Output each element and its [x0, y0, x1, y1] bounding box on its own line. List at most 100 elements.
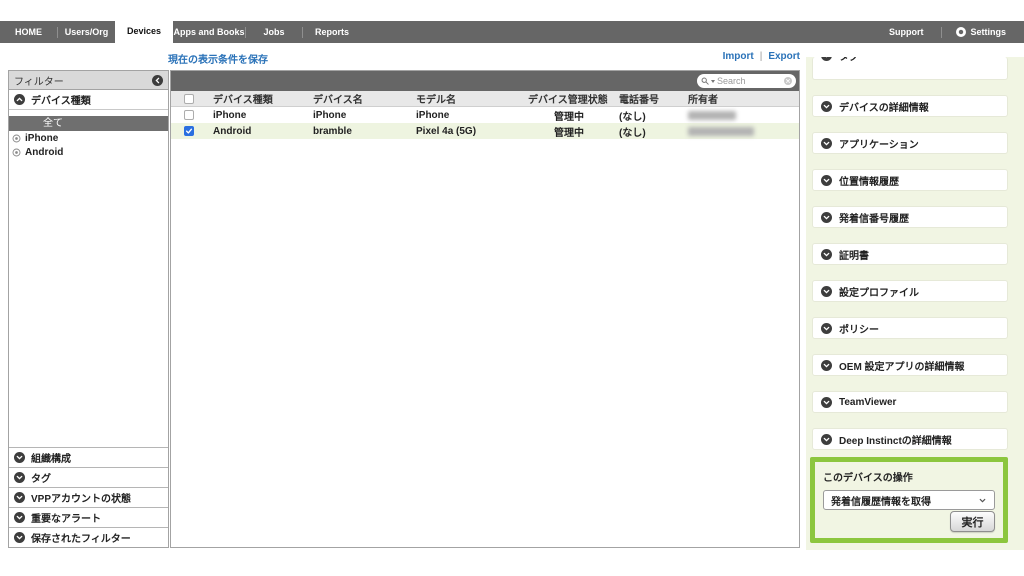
panel-item-label: OEM 設定アプリの詳細情報 — [839, 358, 965, 373]
panel-item-label: 証明書 — [839, 247, 869, 262]
chevron-down-circle-icon — [821, 57, 832, 61]
cell-device-name: iPhone — [307, 110, 410, 121]
redacted-owner-blur — [688, 111, 736, 120]
import-export-links: Import|Export — [170, 51, 800, 62]
panel-item-label: アプリケーション — [839, 136, 919, 151]
chevron-down-circle-icon — [821, 101, 832, 112]
panel-item-label: TeamViewer — [839, 397, 896, 408]
filter-title: フィルター — [14, 73, 152, 88]
panel-item-location-history[interactable]: 位置情報履歴 — [812, 169, 1008, 191]
filter-section-label: 重要なアラート — [31, 510, 101, 525]
filter-option-iphone[interactable]: iPhone — [9, 131, 168, 145]
device-table: デバイス種類 デバイス名 モデル名 デバイス管理状態 電話番号 所有者 iPho… — [170, 70, 800, 548]
nav-tab-jobs[interactable]: Jobs — [246, 21, 302, 43]
panel-item-policy[interactable]: ポリシー — [812, 317, 1008, 339]
nav-tab-users-org[interactable]: Users/Org — [58, 21, 115, 43]
chevron-down-circle-icon — [14, 452, 25, 463]
cell-model: Pixel 4a (5G) — [410, 126, 522, 137]
support-link[interactable]: Support — [871, 21, 942, 43]
chevron-down-circle-icon — [821, 212, 832, 223]
panel-item-label: Deep Instinctの詳細情報 — [839, 432, 952, 447]
panel-item-deep-instinct[interactable]: Deep Instinctの詳細情報 — [812, 428, 1008, 450]
panel-item-label: 位置情報履歴 — [839, 173, 899, 188]
filter-section-device-type[interactable]: デバイス種類 — [9, 90, 168, 110]
row-checkbox-checked[interactable] — [184, 126, 194, 136]
panel-item-label: デバイスの詳細情報 — [839, 99, 929, 114]
filter-sidebar-header: フィルター — [9, 71, 168, 90]
panel-item-certificates[interactable]: 証明書 — [812, 243, 1008, 265]
radio-icon — [12, 148, 21, 157]
search-scope-caret-icon[interactable] — [711, 80, 715, 83]
panel-item-device-details[interactable]: デバイスの詳細情報 — [812, 95, 1008, 117]
filter-section-label: 組織構成 — [31, 450, 71, 465]
panel-item-label: 発着信番号履歴 — [839, 210, 909, 225]
top-nav: HOME Users/Org Devices Apps and Books Jo… — [0, 21, 1024, 43]
panel-item-clipped[interactable]: タグ — [812, 57, 1008, 80]
cell-device-type: Android — [207, 126, 307, 137]
chevron-down-circle-icon — [14, 492, 25, 503]
gear-icon — [956, 27, 966, 37]
mdm-console-screen: HOME Users/Org Devices Apps and Books Jo… — [0, 0, 1024, 576]
search-input[interactable] — [717, 76, 782, 86]
operation-title: このデバイスの操作 — [823, 469, 995, 484]
cell-status: 管理中 — [522, 124, 613, 139]
execute-button[interactable]: 実行 — [950, 511, 995, 532]
chevron-down-circle-icon — [14, 532, 25, 543]
operation-select[interactable]: 発着信履歴情報を取得 — [823, 490, 995, 510]
settings-link[interactable]: Settings — [970, 21, 1024, 43]
panel-item-call-number-history[interactable]: 発着信番号履歴 — [812, 206, 1008, 228]
column-header-model[interactable]: モデル名 — [410, 91, 522, 106]
nav-tab-reports[interactable]: Reports — [303, 21, 361, 43]
panel-item-applications[interactable]: アプリケーション — [812, 132, 1008, 154]
filter-option-label: iPhone — [25, 133, 58, 144]
chevron-down-icon — [978, 496, 987, 505]
filter-option-android[interactable]: Android — [9, 145, 168, 159]
filter-option-label: Android — [25, 147, 63, 158]
nav-tab-home[interactable]: HOME — [0, 21, 57, 43]
spacer — [9, 159, 168, 447]
nav-tab-devices[interactable]: Devices — [115, 20, 173, 44]
table-header-row: デバイス種類 デバイス名 モデル名 デバイス管理状態 電話番号 所有者 — [171, 91, 799, 107]
filter-section-org[interactable]: 組織構成 — [9, 447, 168, 467]
column-header-device-name[interactable]: デバイス名 — [307, 91, 410, 106]
cell-phone: (なし) — [613, 124, 682, 139]
filter-section-label: タグ — [31, 470, 51, 485]
chevron-down-circle-icon — [821, 175, 832, 186]
panel-item-label: 設定プロファイル — [839, 284, 919, 299]
table-toolbar — [171, 71, 799, 91]
search-icon — [701, 77, 709, 85]
filter-section-saved-filters[interactable]: 保存されたフィルター — [9, 527, 168, 547]
nav-separator — [941, 27, 942, 38]
import-link[interactable]: Import — [723, 51, 754, 62]
row-checkbox[interactable] — [184, 110, 194, 120]
panel-item-teamviewer[interactable]: TeamViewer — [812, 391, 1008, 413]
redacted-owner-blur — [688, 127, 754, 136]
filter-section-vpp[interactable]: VPPアカウントの状態 — [9, 487, 168, 507]
filter-section-label: 保存されたフィルター — [31, 530, 131, 545]
panel-item-label: タグ — [839, 57, 859, 63]
search-box[interactable] — [697, 74, 796, 88]
operation-selected-value: 発着信履歴情報を取得 — [831, 493, 931, 508]
column-header-owner[interactable]: 所有者 — [682, 91, 799, 106]
table-row-selected[interactable]: Android bramble Pixel 4a (5G) 管理中 (なし) — [171, 123, 799, 139]
collapse-sidebar-icon[interactable] — [152, 75, 163, 86]
select-all-checkbox[interactable] — [184, 94, 194, 104]
clear-search-icon[interactable] — [784, 77, 792, 85]
nav-tab-apps-and-books[interactable]: Apps and Books — [173, 21, 245, 43]
filter-sidebar: フィルター デバイス種類 全て iPhone Android 組織構成 タグ V… — [8, 70, 169, 548]
chevron-down-circle-icon — [14, 512, 25, 523]
cell-device-name: bramble — [307, 126, 410, 137]
filter-option-all[interactable]: 全て — [9, 116, 168, 131]
column-header-phone[interactable]: 電話番号 — [613, 91, 682, 106]
cell-owner-redacted — [682, 127, 799, 136]
chevron-up-circle-icon — [14, 94, 25, 105]
column-header-status[interactable]: デバイス管理状態 — [522, 91, 613, 106]
table-row[interactable]: iPhone iPhone iPhone 管理中 (なし) — [171, 107, 799, 123]
filter-section-alerts[interactable]: 重要なアラート — [9, 507, 168, 527]
filter-section-tags[interactable]: タグ — [9, 467, 168, 487]
panel-item-oem-config-app[interactable]: OEM 設定アプリの詳細情報 — [812, 354, 1008, 376]
export-link[interactable]: Export — [768, 51, 800, 62]
cell-owner-redacted — [682, 111, 799, 120]
column-header-device-type[interactable]: デバイス種類 — [207, 91, 307, 106]
panel-item-config-profiles[interactable]: 設定プロファイル — [812, 280, 1008, 302]
